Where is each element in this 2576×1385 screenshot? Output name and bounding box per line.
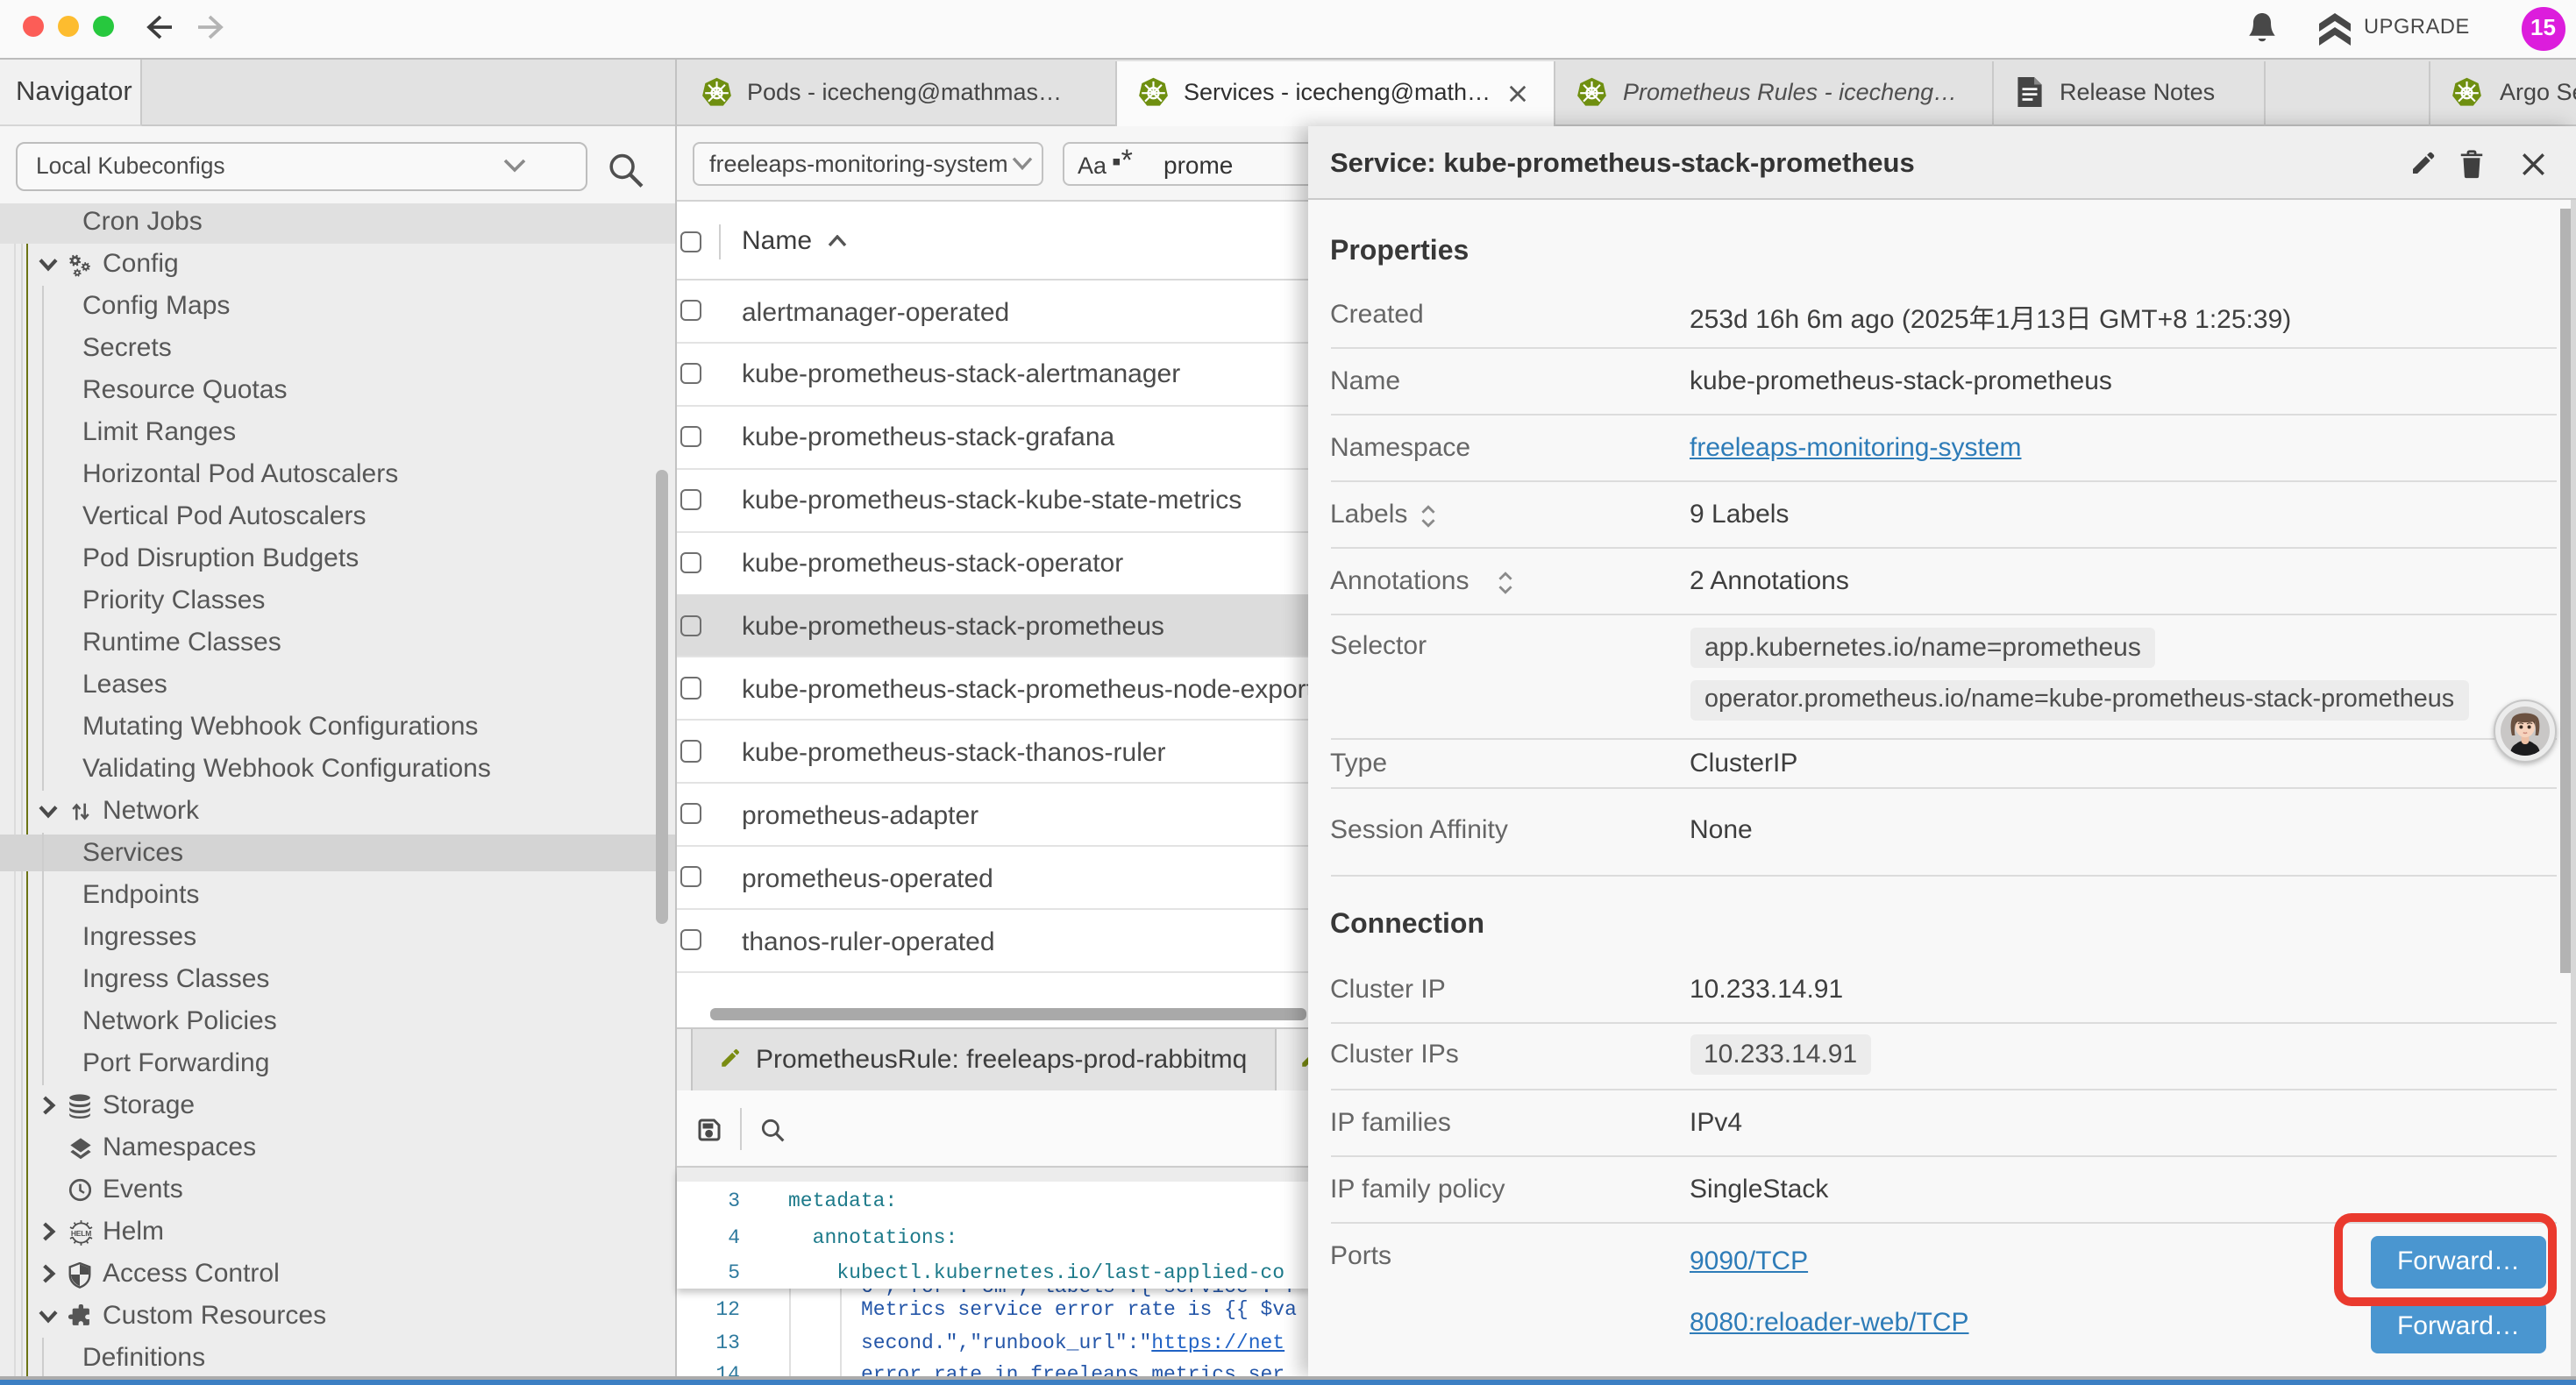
svg-text:HELM: HELM [70,1229,90,1238]
